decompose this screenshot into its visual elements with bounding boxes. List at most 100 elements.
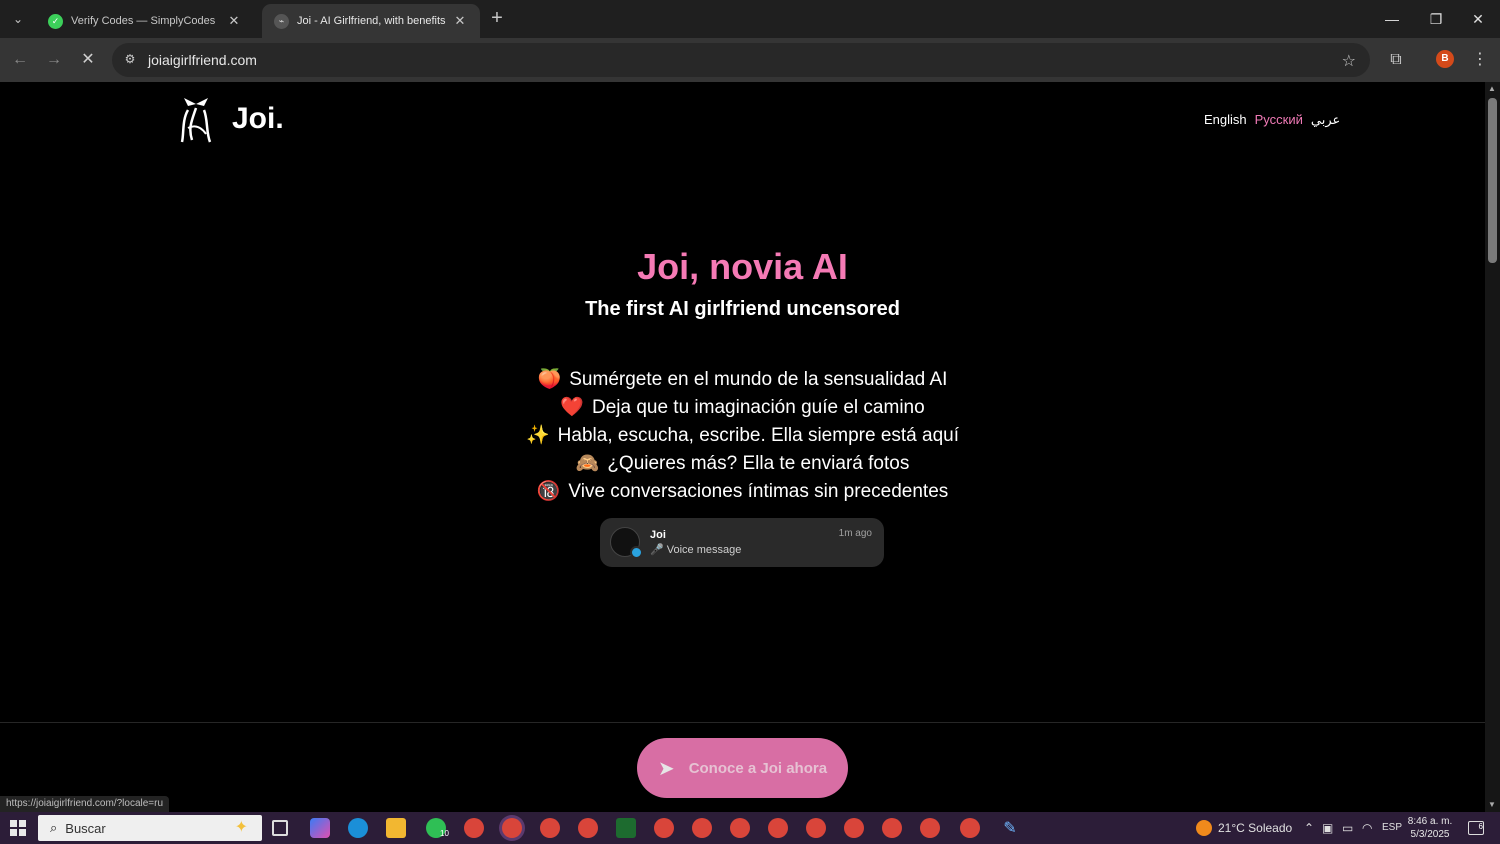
minimize-button[interactable]: —: [1372, 6, 1412, 32]
site-logo[interactable]: Joi.: [178, 94, 284, 144]
tray-chevron-up-icon[interactable]: ⌃: [1304, 821, 1314, 835]
simplycodes-favicon-icon: ✓: [48, 13, 63, 29]
section-divider: [0, 722, 1485, 723]
language-switcher: English Русский عربي: [1204, 112, 1340, 128]
whatsapp-badge: 10: [440, 829, 449, 838]
profile-avatar[interactable]: B: [1436, 50, 1454, 68]
status-url: https://joiaigirlfriend.com/?locale=ru: [0, 796, 170, 812]
scroll-up-icon[interactable]: ▲: [1488, 84, 1496, 93]
tab-strip: ⌄ ✓ Verify Codes — SimplyCodes ✕ ⌁ Joi -…: [0, 0, 1500, 38]
battery-icon[interactable]: ▭: [1342, 821, 1353, 835]
notification-count: 6: [1478, 822, 1483, 831]
address-bar[interactable]: ⚙ joiaigirlfriend.com ☆: [112, 43, 1370, 77]
hero-subtitle: The first AI girlfriend uncensored: [585, 298, 900, 320]
page-content: Joi. English Русский عربي Joi, novia AI …: [0, 82, 1485, 812]
menu-kebab-icon[interactable]: ⋮: [1470, 50, 1490, 70]
feature-item: ✨ Habla, escucha, escribe. Ella siempre e…: [0, 422, 1485, 450]
url-text: joiaigirlfriend.com: [148, 52, 257, 68]
weather-sun-icon: [1196, 820, 1212, 836]
lang-arabic-link[interactable]: عربي: [1311, 112, 1340, 128]
chrome-icon[interactable]: [730, 818, 750, 838]
meet-now-icon[interactable]: ▣: [1322, 821, 1333, 835]
chrome-icon[interactable]: [502, 818, 522, 838]
hero-title: Joi, novia AI: [637, 246, 848, 287]
feature-text: ¿Quieres más? Ella te enviará fotos: [607, 453, 910, 474]
excel-icon[interactable]: [616, 818, 636, 838]
file-explorer-icon[interactable]: [386, 818, 406, 838]
brand-name: Joi.: [232, 102, 284, 135]
wifi-icon[interactable]: ◠: [1362, 821, 1372, 835]
input-language[interactable]: ESP: [1382, 822, 1402, 833]
chrome-icon[interactable]: [768, 818, 788, 838]
lang-english-link[interactable]: English: [1204, 112, 1247, 128]
scrollbar-thumb[interactable]: [1488, 98, 1497, 263]
pen-app-icon[interactable]: ✎: [1000, 818, 1020, 838]
heart-icon: ❤️: [560, 397, 584, 418]
weather-text[interactable]: 21°C Soleado: [1218, 821, 1292, 835]
tab-title: Joi - AI Girlfriend, with benefits: [297, 15, 446, 27]
feature-text: Deja que tu imaginación guíe el camino: [591, 397, 925, 418]
feature-list: 🍑 Sumérgete en el mundo de la sensualidad…: [0, 366, 1485, 506]
joi-favicon-icon: ⌁: [274, 13, 289, 29]
feature-item: 🔞 Vive conversaciones íntimas sin precede…: [0, 478, 1485, 506]
edge-icon[interactable]: [348, 818, 368, 838]
bookmark-star-icon[interactable]: ☆: [1342, 51, 1356, 71]
windows-taskbar: ⌕ Buscar ✦ 10 ✎ 21°C Soleado ⌃ ▣ ▭ ◠ ESP…: [0, 812, 1500, 844]
sparkles-icon: ✨: [526, 425, 550, 446]
chrome-icon[interactable]: [692, 818, 712, 838]
scroll-down-icon[interactable]: ▼: [1488, 800, 1496, 809]
chrome-icon[interactable]: [540, 818, 560, 838]
copilot-app-icon[interactable]: [310, 818, 330, 838]
notification-center-icon[interactable]: 6: [1468, 821, 1484, 835]
close-tab-icon[interactable]: ✕: [226, 13, 242, 29]
feature-text: Vive conversaciones íntimas sin preceden…: [568, 481, 949, 502]
extensions-icon[interactable]: ⧉: [1386, 50, 1406, 70]
peach-icon: 🍑: [537, 369, 562, 390]
browser-toolbar: ← → ✕ ⚙ joiaigirlfriend.com ☆ ⧉ ⋮: [0, 38, 1500, 82]
search-icon: ⌕: [50, 820, 58, 835]
tab-joi[interactable]: ⌁ Joi - AI Girlfriend, with benefits ✕: [262, 4, 480, 38]
notification-message: 🎤 Voice message: [650, 544, 742, 556]
clock-time: 8:46 a. m.: [1407, 816, 1453, 827]
joi-logo-icon: [180, 98, 212, 143]
chrome-icon[interactable]: [654, 818, 674, 838]
tab-title: Verify Codes — SimplyCodes: [71, 15, 216, 27]
site-settings-icon[interactable]: ⚙: [122, 52, 138, 68]
cta-label: Conoce a Joi ahora: [688, 759, 828, 777]
meet-joi-button[interactable]: ➤ Conoce a Joi ahora: [637, 738, 848, 798]
telegram-plane-icon: ➤: [657, 757, 675, 780]
tab-search-chevron-icon[interactable]: ⌄: [6, 7, 30, 31]
new-tab-button[interactable]: +: [486, 8, 508, 30]
taskbar-search[interactable]: ⌕ Buscar ✦: [38, 815, 262, 841]
copilot-sparkle-icon: ✦: [234, 819, 248, 836]
feature-item: 🙈 ¿Quieres más? Ella te enviará fotos: [0, 450, 1485, 478]
telegram-badge-icon: [630, 546, 643, 559]
chrome-icon[interactable]: [464, 818, 484, 838]
task-view-icon[interactable]: [272, 820, 288, 836]
taskbar-clock[interactable]: 8:46 a. m. 5/3/2025: [1404, 815, 1456, 841]
close-window-button[interactable]: ✕: [1458, 6, 1498, 32]
chrome-icon[interactable]: [920, 818, 940, 838]
chrome-icon[interactable]: [844, 818, 864, 838]
stop-loading-button[interactable]: ✕: [76, 48, 100, 72]
page-scrollbar[interactable]: ▲ ▼: [1485, 82, 1500, 812]
restore-button[interactable]: ❐: [1416, 6, 1456, 32]
chrome-icon[interactable]: [960, 818, 980, 838]
feature-item: 🍑 Sumérgete en el mundo de la sensualidad…: [0, 366, 1485, 394]
feature-text: Sumérgete en el mundo de la sensualidad …: [569, 369, 948, 390]
notification-sender: Joi: [650, 529, 666, 541]
notification-time: 1m ago: [838, 528, 872, 539]
chrome-icon[interactable]: [578, 818, 598, 838]
chrome-icon[interactable]: [882, 818, 902, 838]
chat-notification-card: Joi 🎤 Voice message 1m ago: [600, 518, 884, 567]
clock-date: 5/3/2025: [1410, 829, 1450, 840]
tab-simplycodes[interactable]: ✓ Verify Codes — SimplyCodes ✕: [36, 4, 254, 38]
search-placeholder: Buscar: [65, 820, 106, 836]
back-button[interactable]: ←: [8, 48, 32, 72]
lang-russian-link[interactable]: Русский: [1255, 112, 1303, 128]
feature-text: Habla, escucha, escribe. Ella siempre es…: [557, 425, 959, 446]
forward-button[interactable]: →: [42, 48, 66, 72]
close-tab-icon[interactable]: ✕: [452, 13, 468, 29]
chrome-icon[interactable]: [806, 818, 826, 838]
start-button[interactable]: [10, 820, 26, 836]
